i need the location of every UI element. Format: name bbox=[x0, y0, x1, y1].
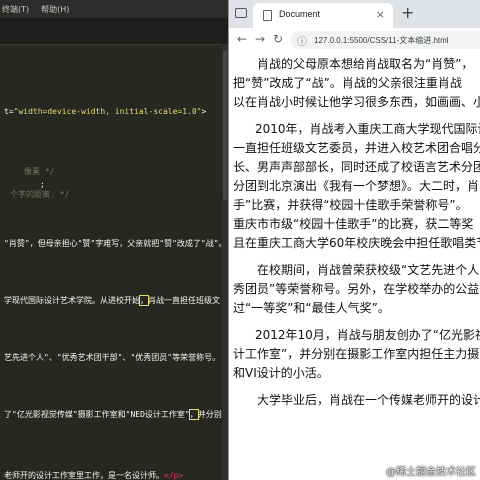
code-token: > bbox=[201, 107, 207, 116]
code-token: 艺先进个人"、"优秀艺术团干部"、"优秀团员"等荣誉称号。 bbox=[4, 353, 221, 362]
paragraph-line: 肖战的父母原本想给肖战取名为“肖赞”， bbox=[257, 57, 474, 71]
paragraph-line: 大学毕业后，肖战在一个传媒老师开的设计 bbox=[257, 393, 480, 407]
back-icon[interactable]: ← bbox=[237, 32, 247, 46]
code-token: ， bbox=[139, 295, 149, 306]
browser-window: Document × + ← → ↻ ⓘ 127.0.0.1:5500/CSS/… bbox=[228, 0, 480, 480]
paragraph-line: 重庆市市级“校园十佳歌手”的比赛，获二等奖 bbox=[233, 217, 474, 231]
browser-tab[interactable]: Document × bbox=[253, 3, 393, 28]
code-editor[interactable]: 终端(T) 帮助(H) t="width=device-width, initi… bbox=[0, 0, 228, 480]
code-token: </p> bbox=[164, 471, 184, 480]
paragraph-line: 以在肖战小时候让他学习很多东西，如画画、小 bbox=[233, 95, 480, 109]
address-toolbar: ← → ↻ ⓘ 127.0.0.1:5500/CSS/11-文本缩进.html bbox=[229, 28, 480, 53]
code-line[interactable]: 了"亿光影视觉传媒"摄影工作室和"NED设计工作室"，并分别在 bbox=[4, 409, 228, 420]
paragraph-line: 在校期间，肖战曾荣获校级“文艺先进个人 bbox=[257, 263, 480, 277]
new-tab-button[interactable]: + bbox=[401, 3, 414, 22]
tab-title: Document bbox=[279, 9, 321, 19]
code-token: 个字的距离. */ bbox=[10, 190, 70, 199]
reload-icon[interactable]: ↻ bbox=[273, 32, 283, 46]
paragraph-line: 过“一等奖”和“最佳人气奖”。 bbox=[233, 301, 390, 315]
document-icon bbox=[263, 10, 272, 21]
watermark: @稀土掘金技术社区 bbox=[386, 467, 476, 478]
scrollbar-thumb[interactable] bbox=[223, 50, 227, 200]
code-token: ; bbox=[40, 180, 45, 189]
menu-item-help[interactable]: 帮助(H) bbox=[35, 4, 75, 15]
address-bar[interactable]: ⓘ 127.0.0.1:5500/CSS/11-文本缩进.html bbox=[291, 31, 480, 49]
paragraph-line: 且在重庆工商大学60年校庆晚会中担任歌唱类节 bbox=[233, 236, 480, 250]
paragraph-line: 秀团员”等荣誉称号。另外，在学校举办的公益 bbox=[233, 282, 480, 296]
code-token: 老师开的设计工作室里工作，是一名设计师。 bbox=[4, 471, 164, 480]
code-token: 了"亿光影视觉传媒"摄影工作室和"NED设计工作室" bbox=[4, 410, 190, 419]
editor-menubar: 终端(T) 帮助(H) bbox=[0, 0, 228, 18]
code-token: 像素 */ bbox=[24, 167, 55, 176]
paragraph-line: 手”比赛，并获得“校园十佳歌手荣誉称号”。 bbox=[233, 198, 468, 212]
code-line[interactable]: 艺先进个人"、"优秀艺术团干部"、"优秀团员"等荣誉称号。 bbox=[4, 353, 220, 363]
code-token: ， bbox=[188, 409, 199, 420]
paragraph-line: 和VI设计的小活。 bbox=[233, 366, 329, 380]
paragraph-line: 2012年10月，肖战与朋友创办了“亿光影视 bbox=[255, 328, 480, 342]
code-line[interactable]: "肖赞"，但母亲担心"赞"字难写，父亲就把"赞"改成了"战"。 bbox=[4, 239, 227, 249]
code-token: 肖战一直担任班级文 bbox=[148, 296, 220, 305]
code-token: 学现代国际设计艺术学院。从进校开始 bbox=[4, 296, 140, 305]
url-text[interactable]: 127.0.0.1:5500/CSS/11-文本缩进.html bbox=[314, 35, 449, 46]
paragraph-line: 计工作室”，并分别在摄影工作室内担任主力摄 bbox=[233, 347, 480, 361]
code-line[interactable]: 个字的距离. */ bbox=[10, 190, 69, 200]
paragraph-line: 长、男声声部部长，同时还成了校语言艺术分团 bbox=[233, 160, 480, 174]
code-line[interactable]: 像素 */ bbox=[24, 167, 54, 177]
menu-item-terminal[interactable]: 终端(T) bbox=[0, 4, 35, 15]
code-line[interactable]: t="width=device-width, initial-scale=1.0… bbox=[4, 107, 206, 117]
info-icon[interactable]: ⓘ bbox=[297, 33, 307, 48]
page-content: 肖战的父母原本想给肖战取名为“肖赞”， 把“赞”改成了“战”。肖战的父亲很注重肖… bbox=[229, 52, 480, 480]
code-line[interactable]: ; bbox=[40, 180, 45, 190]
close-icon[interactable]: × bbox=[376, 8, 385, 21]
browser-tab-bar: Document × + bbox=[229, 0, 480, 28]
paragraph-line: 分团到北京演出《我有一个梦想》。大二时，肖 bbox=[233, 179, 480, 193]
code-token: t= bbox=[4, 107, 14, 116]
code-line[interactable]: 学现代国际设计艺术学院。从进校开始，肖战一直担任班级文 bbox=[4, 295, 220, 306]
code-line[interactable]: 老师开的设计工作室里工作，是一名设计师。</p> bbox=[4, 471, 183, 480]
paragraph-line: 2010年，肖战考入重庆工商大学现代国际设 bbox=[255, 122, 480, 136]
window-menu-icon[interactable] bbox=[235, 8, 247, 18]
paragraph-line: 把“赞”改成了“战”。肖战的父亲很注重肖战 bbox=[233, 76, 462, 90]
code-token: "肖赞"，但母亲担心"赞"字难写，父亲就把"赞"改成了"战"。 bbox=[4, 239, 227, 248]
code-token: "width=device-width, initial-scale=1.0" bbox=[13, 107, 202, 116]
editor-tab-strip bbox=[0, 18, 228, 45]
forward-icon[interactable]: → bbox=[255, 32, 265, 46]
paragraph-line: 一直担任班级文艺委员，并进入校艺术团合唱分 bbox=[233, 141, 480, 155]
